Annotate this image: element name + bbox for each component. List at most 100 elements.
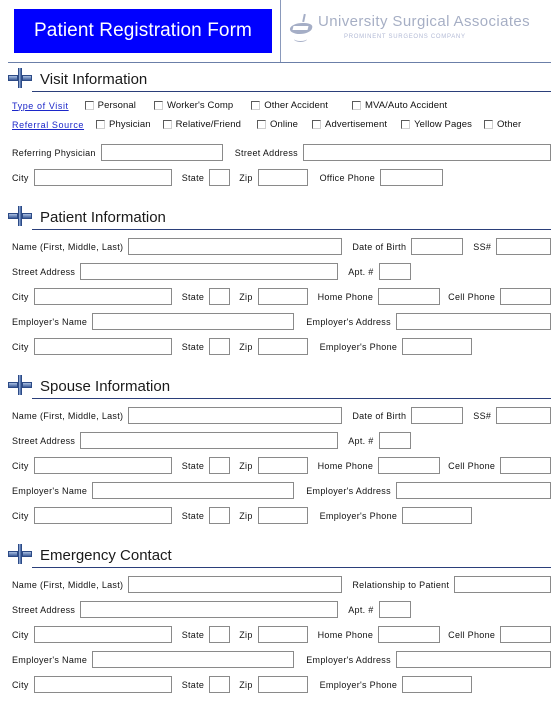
checkbox-online[interactable]: Online — [256, 119, 298, 130]
zip-label: Zip — [239, 172, 253, 183]
relationship-to-patient-label: Relationship to Patient — [352, 579, 450, 590]
spouse-zip-input[interactable] — [257, 457, 308, 474]
section-rule — [32, 398, 551, 399]
patient-employer-zip-input[interactable] — [257, 338, 308, 355]
office-phone-label: Office Phone — [319, 172, 376, 183]
spouse-state-input[interactable] — [209, 457, 231, 474]
referring-physician-input[interactable] — [100, 144, 223, 161]
spouse-employer-phone-input[interactable] — [402, 507, 473, 524]
checkbox-box[interactable] — [256, 120, 266, 129]
emergency-employer-name-input[interactable] — [92, 651, 295, 668]
checkbox-box[interactable] — [483, 120, 493, 129]
checkbox-box[interactable] — [153, 101, 163, 110]
patient-state-input[interactable] — [209, 288, 231, 305]
spouse-street-input[interactable] — [80, 432, 339, 449]
office-phone-input[interactable] — [380, 169, 444, 186]
checkbox-box[interactable] — [84, 101, 94, 110]
patient-ss-input[interactable] — [496, 238, 551, 255]
emergency-zip-input[interactable] — [257, 626, 308, 643]
section-visit-information: Visit Information Type of Visit Personal… — [8, 63, 551, 190]
checkbox-box[interactable] — [96, 120, 106, 129]
checkbox-box[interactable] — [251, 101, 261, 110]
checkbox-relative-friend[interactable]: Relative/Friend — [162, 119, 241, 130]
patient-employer-state-input[interactable] — [209, 338, 231, 355]
checkbox-mva-auto-accident[interactable]: MVA/Auto Accident — [351, 100, 447, 111]
emergency-state-input[interactable] — [209, 626, 231, 643]
section-patient-information: Patient Information Name (First, Middle,… — [8, 201, 551, 359]
name-label: Name (First, Middle, Last) — [12, 241, 124, 252]
checkbox-box[interactable] — [162, 120, 172, 129]
date-of-birth-label: Date of Birth — [352, 410, 407, 421]
emergency-name-input[interactable] — [128, 576, 343, 593]
zip-input[interactable] — [257, 169, 308, 186]
checkbox-other-accident[interactable]: Other Accident — [251, 100, 328, 111]
patient-employer-city-input[interactable] — [33, 338, 172, 355]
state-label: State — [181, 291, 205, 302]
header-divider — [280, 0, 281, 62]
company-tagline: PROMINENT SURGEONS COMPANY — [344, 34, 466, 40]
patient-dob-input[interactable] — [411, 238, 464, 255]
emergency-home-phone-input[interactable] — [378, 626, 441, 643]
employers-name-label: Employer's Name — [12, 654, 88, 665]
emergency-cell-phone-input[interactable] — [500, 626, 551, 643]
emergency-street-input[interactable] — [80, 601, 339, 618]
checkbox-advertisement[interactable]: Advertisement — [312, 119, 387, 130]
spouse-employer-address-input[interactable] — [395, 482, 551, 499]
checkbox-yellow-pages[interactable]: Yellow Pages — [401, 119, 472, 130]
checkbox-box[interactable] — [401, 120, 411, 129]
spouse-employer-zip-input[interactable] — [257, 507, 308, 524]
emergency-employer-address-input[interactable] — [395, 651, 551, 668]
patient-home-phone-input[interactable] — [378, 288, 441, 305]
emergency-apt-input[interactable] — [378, 601, 411, 618]
emergency-employer-phone-input[interactable] — [402, 676, 473, 693]
spouse-employer-city-input[interactable] — [33, 507, 172, 524]
city-label: City — [12, 460, 29, 471]
medical-cross-icon — [8, 544, 32, 564]
spouse-home-phone-input[interactable] — [378, 457, 441, 474]
patient-name-input[interactable] — [128, 238, 343, 255]
name-label: Name (First, Middle, Last) — [12, 410, 124, 421]
emergency-employer-state-input[interactable] — [209, 676, 231, 693]
spouse-name-input[interactable] — [128, 407, 343, 424]
city-input[interactable] — [33, 169, 172, 186]
checkbox-workers-comp[interactable]: Worker's Comp — [153, 100, 233, 111]
checkbox-label: Relative/Friend — [175, 119, 241, 130]
cell-phone-label: Cell Phone — [448, 460, 496, 471]
patient-apt-input[interactable] — [378, 263, 411, 280]
form-header: Patient Registration Form University Sur… — [8, 0, 551, 63]
zip-label: Zip — [239, 679, 253, 690]
checkbox-physician[interactable]: Physician — [96, 119, 151, 130]
checkbox-box[interactable] — [312, 120, 322, 129]
emergency-city-row: City State Zip Home Phone Cell Phone — [8, 622, 551, 647]
patient-street-input[interactable] — [80, 263, 339, 280]
state-input[interactable] — [209, 169, 231, 186]
spouse-employer-state-input[interactable] — [209, 507, 231, 524]
patient-employer-address-input[interactable] — [395, 313, 551, 330]
checkbox-other-referral[interactable]: Other — [483, 119, 521, 130]
patient-employer-name-input[interactable] — [92, 313, 295, 330]
state-label: State — [181, 629, 205, 640]
page-title: Patient Registration Form — [14, 9, 272, 53]
checkbox-box[interactable] — [351, 101, 361, 110]
patient-city-row: City State Zip Home Phone Cell Phone — [8, 284, 551, 309]
referring-street-address-input[interactable] — [302, 144, 551, 161]
patient-zip-input[interactable] — [257, 288, 308, 305]
spouse-ss-input[interactable] — [496, 407, 551, 424]
checkbox-personal[interactable]: Personal — [84, 100, 136, 111]
emergency-employer-zip-input[interactable] — [257, 676, 308, 693]
patient-cell-phone-input[interactable] — [500, 288, 551, 305]
street-address-label: Street Address — [234, 147, 298, 158]
spouse-cell-phone-input[interactable] — [500, 457, 551, 474]
referral-source-label: Referral Source — [12, 119, 85, 130]
spouse-employer-name-input[interactable] — [92, 482, 295, 499]
patient-employer-phone-input[interactable] — [402, 338, 473, 355]
emergency-relationship-input[interactable] — [454, 576, 551, 593]
spouse-dob-input[interactable] — [411, 407, 464, 424]
emergency-city-input[interactable] — [33, 626, 172, 643]
spouse-city-input[interactable] — [33, 457, 172, 474]
emergency-employer-city-input[interactable] — [33, 676, 172, 693]
zip-label: Zip — [239, 291, 253, 302]
employers-name-label: Employer's Name — [12, 485, 88, 496]
patient-city-input[interactable] — [33, 288, 172, 305]
spouse-apt-input[interactable] — [378, 432, 411, 449]
